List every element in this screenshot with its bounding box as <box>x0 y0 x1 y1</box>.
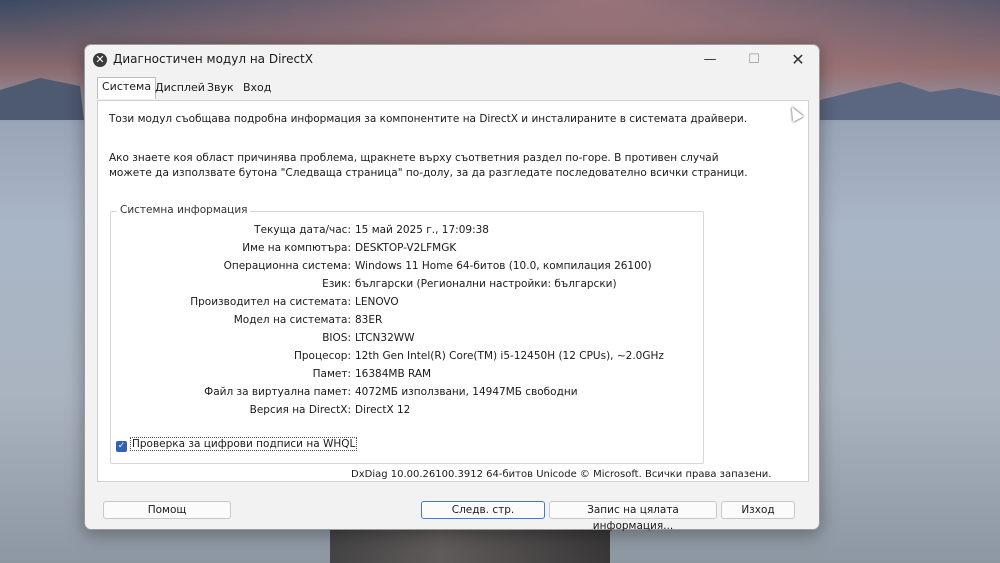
minimize-button[interactable]: — <box>695 51 725 69</box>
next-page-button[interactable]: Следв. стр. <box>421 501 545 519</box>
directx-icon: ✕ <box>93 53 107 67</box>
info-value: Windows 11 Home 64-битов (10.0, компилац… <box>355 260 652 272</box>
info-row-directx-version: Версия на DirectX: DirectX 12 <box>111 404 705 420</box>
info-value: 83ER <box>355 314 383 326</box>
title-bar[interactable]: ✕ Диагностичен модул на DirectX — ☐ ✕ <box>85 45 819 77</box>
info-label: Текуща дата/час: <box>254 224 351 236</box>
whql-checkbox[interactable]: ✓ Проверка за цифрови подписи на WHQL <box>116 437 358 452</box>
info-label: Файл за виртуална памет: <box>204 386 351 398</box>
instructions-text: Ако знаете коя област причинява проблема… <box>109 152 748 179</box>
info-label: Операционна система: <box>223 260 351 272</box>
copyright-text: DxDiag 10.00.26100.3912 64-битов Unicode… <box>351 469 772 480</box>
help-button[interactable]: Помощ <box>103 501 231 519</box>
info-value: 4072МБ използвани, 14947МБ свободни <box>355 386 578 398</box>
maximize-button[interactable]: ☐ <box>739 51 769 69</box>
info-value: български (Регионални настройки: българс… <box>355 278 617 290</box>
info-value: LTCN32WW <box>355 332 415 344</box>
dxdiag-window: ✕ Диагностичен модул на DirectX — ☐ ✕ Си… <box>84 44 820 532</box>
exit-button[interactable]: Изход <box>721 501 795 519</box>
info-row-page-file: Файл за виртуална памет: 4072МБ използва… <box>111 386 705 402</box>
whql-label[interactable]: Проверка за цифрови подписи на WHQL <box>130 437 358 451</box>
save-all-info-button[interactable]: Запис на цялата информация... <box>549 501 717 532</box>
info-row-manufacturer: Производител на системата: LENOVO <box>111 296 705 312</box>
info-row-processor: Процесор: 12th Gen Intel(R) Core(TM) i5-… <box>111 350 705 366</box>
tab-display[interactable]: Дисплей <box>151 79 209 99</box>
info-row-os: Операционна система: Windows 11 Home 64-… <box>111 260 705 276</box>
info-label: Език: <box>322 278 351 290</box>
info-label: Производител на системата: <box>190 296 351 308</box>
info-value: 16384MB RAM <box>355 368 432 380</box>
info-label: Име на компютъра: <box>242 242 351 254</box>
info-label: Памет: <box>312 368 351 380</box>
info-value: LENOVO <box>355 296 399 308</box>
info-row-memory: Памет: 16384MB RAM <box>111 368 705 384</box>
system-info-heading: Системна информация <box>117 204 251 216</box>
info-label: Модел на системата: <box>233 314 351 326</box>
system-panel: Този модул съобщава подробна информация … <box>97 100 809 482</box>
info-value: DirectX 12 <box>355 404 411 416</box>
info-value: 15 май 2025 г., 17:09:38 <box>355 224 489 236</box>
info-row-computer-name: Име на компютъра: DESKTOP-V2LFMGK <box>111 242 705 258</box>
intro-text: Този модул съобщава подробна информация … <box>109 113 748 125</box>
tab-system[interactable]: Система <box>97 77 157 99</box>
info-value: 12th Gen Intel(R) Core(TM) i5-12450H (12… <box>355 350 664 362</box>
info-label: Процесор: <box>294 350 351 362</box>
system-info-group: Системна информация Текуща дата/час: 15 … <box>110 204 705 464</box>
info-row-language: Език: български (Регионални настройки: б… <box>111 278 705 294</box>
info-label: BIOS: <box>322 332 351 344</box>
tab-input[interactable]: Вход <box>239 79 275 99</box>
close-button[interactable]: ✕ <box>783 51 813 69</box>
info-row-model: Модел на системата: 83ER <box>111 314 705 330</box>
info-label: Версия на DirectX: <box>249 404 351 416</box>
info-row-bios: BIOS: LTCN32WW <box>111 332 705 348</box>
checkmark-icon[interactable]: ✓ <box>116 441 127 452</box>
info-value: DESKTOP-V2LFMGK <box>355 242 457 254</box>
info-row-datetime: Текуща дата/час: 15 май 2025 г., 17:09:3… <box>111 224 705 240</box>
tab-sound[interactable]: Звук <box>203 79 238 99</box>
window-title: Диагностичен модул на DirectX <box>113 52 313 66</box>
